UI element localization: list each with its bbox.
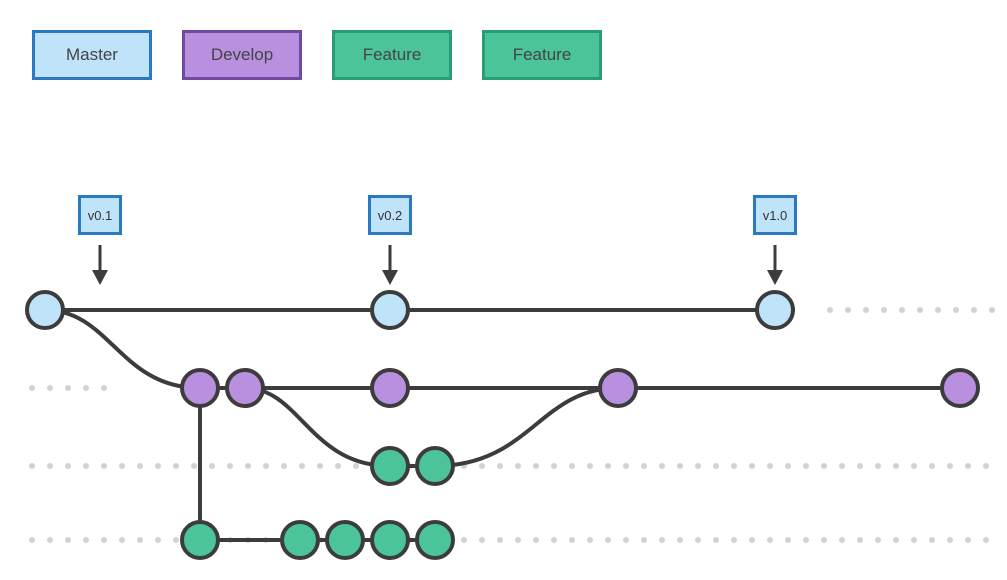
commit-feature2-2 <box>282 522 318 558</box>
commit-feature1-2 <box>417 448 453 484</box>
edge-master-to-develop <box>45 310 200 388</box>
tag-arrow-v01 <box>92 245 108 285</box>
commit-develop-5 <box>942 370 978 406</box>
commit-develop-3 <box>372 370 408 406</box>
commit-master-3 <box>757 292 793 328</box>
commit-master-1 <box>27 292 63 328</box>
tag-arrow-v02 <box>382 245 398 285</box>
git-flow-diagram <box>0 0 1007 580</box>
commit-feature1-1 <box>372 448 408 484</box>
commit-develop-2 <box>227 370 263 406</box>
edge-feature1-to-develop <box>435 388 618 466</box>
commit-feature2-4 <box>372 522 408 558</box>
commit-develop-1 <box>182 370 218 406</box>
commit-feature2-3 <box>327 522 363 558</box>
edge-develop-to-feature1 <box>245 388 390 466</box>
commit-feature2-5 <box>417 522 453 558</box>
commit-develop-4 <box>600 370 636 406</box>
tag-arrow-v10 <box>767 245 783 285</box>
commit-feature2-1 <box>182 522 218 558</box>
commit-master-2 <box>372 292 408 328</box>
